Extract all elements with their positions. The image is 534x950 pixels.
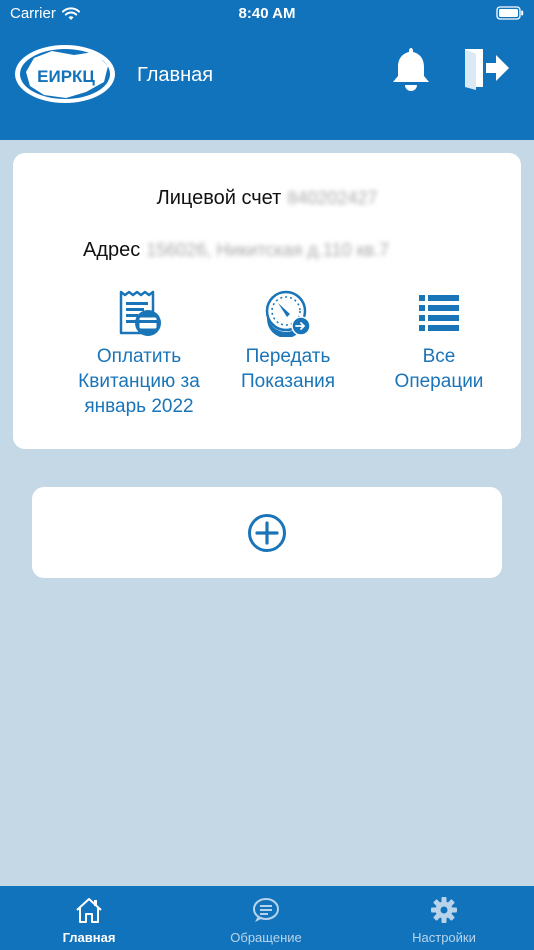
clock: 8:40 AM [238, 5, 296, 22]
notifications-bell-icon[interactable] [389, 45, 433, 91]
account-actions: Оплатить Квитанцию за январь 2022 Переда… [13, 289, 521, 429]
account-number-row: Лицевой счет 840202427 [13, 187, 521, 210]
tab-home-label: Главная [62, 930, 116, 945]
chat-icon [253, 898, 279, 922]
meter-gauge-icon [265, 290, 311, 337]
all-operations-label: Все Операции [394, 346, 484, 392]
tab-appeal[interactable]: Обращение [196, 886, 336, 950]
tab-appeal-label: Обращение [230, 930, 302, 945]
all-operations-button[interactable]: Все Операции [359, 289, 519, 394]
tab-settings[interactable]: Настройки [374, 886, 514, 950]
plus-circle-icon [248, 514, 286, 552]
tab-bar: Главная Обращение Настройки [0, 886, 534, 950]
account-card: Лицевой счет 840202427 Адрес 156026, Ник… [13, 153, 521, 449]
app-header: ЕИРКЦ Главная [0, 28, 534, 140]
gear-icon [431, 897, 457, 923]
pay-receipt-button[interactable]: Оплатить Квитанцию за январь 2022 [59, 289, 219, 419]
account-label: Лицевой счет [156, 187, 282, 209]
logo-text: ЕИРКЦ [37, 67, 95, 86]
submit-readings-button[interactable]: Передать Показания [208, 289, 368, 394]
tab-home[interactable]: Главная [19, 886, 159, 950]
submit-readings-label: Передать Показания [241, 346, 335, 392]
home-icon [76, 898, 102, 923]
address-value: 156026, Никитская д.110 кв.7 [146, 240, 390, 260]
add-account-button[interactable] [32, 487, 502, 578]
tab-settings-label: Настройки [412, 930, 476, 945]
address-row: Адрес 156026, Никитская д.110 кв.7 [83, 239, 521, 262]
logout-icon[interactable] [462, 46, 512, 90]
status-bar: Carrier 8:40 AM [0, 0, 534, 28]
page-title: Главная [137, 64, 214, 86]
logo: ЕИРКЦ [15, 45, 115, 103]
battery-icon [496, 6, 524, 20]
pay-receipt-label: Оплатить Квитанцию за январь 2022 [78, 346, 200, 417]
address-label: Адрес [83, 239, 141, 261]
receipt-card-icon [119, 290, 161, 336]
list-icon [419, 295, 459, 331]
account-number: 840202427 [287, 188, 378, 208]
